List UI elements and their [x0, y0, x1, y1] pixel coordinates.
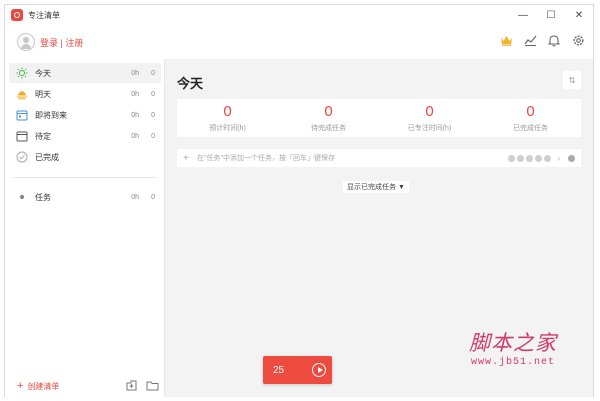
- sidebar-item-count: 0: [151, 193, 155, 201]
- pomodoro-timer[interactable]: 25: [263, 356, 332, 384]
- sidebar-item-time: 0h: [131, 132, 139, 140]
- sidebar-item-tomorrow[interactable]: 明天 0h 0: [9, 84, 161, 104]
- maximize-button[interactable]: ☐: [537, 5, 565, 25]
- watermark-url: www.jb51.net: [470, 357, 555, 368]
- sidebar-divider: [13, 177, 157, 178]
- sidebar-item-completed[interactable]: 已完成: [9, 147, 161, 167]
- header-icons: [499, 33, 585, 47]
- watermark-text: 脚本之家: [469, 331, 557, 355]
- page-title: 今天: [177, 76, 204, 91]
- sort-button[interactable]: ⇅: [563, 71, 581, 89]
- calendar-icon: [15, 108, 29, 122]
- caret-down-icon: ▼: [398, 183, 405, 191]
- header: 登录 | 注册: [5, 25, 593, 59]
- sidebar-item-pending[interactable]: 待定 0h 0: [9, 126, 161, 146]
- timer-value: 25: [273, 364, 285, 376]
- show-completed-label: 显示已完成任务: [347, 184, 396, 191]
- pomodoro-icon[interactable]: [535, 154, 543, 162]
- pomodoro-icon[interactable]: [544, 154, 552, 162]
- sidebar-item-label: 待定: [35, 131, 51, 141]
- create-list-button[interactable]: 创建清单: [27, 381, 59, 392]
- sidebar-item-label: 已完成: [35, 152, 59, 162]
- calendar-outline-icon: [15, 129, 29, 143]
- sidebar-item-label: 即将到来: [35, 110, 67, 120]
- plus-icon[interactable]: +: [17, 380, 23, 392]
- stat-value: 0: [526, 102, 535, 120]
- plus-icon: +: [183, 152, 189, 164]
- sidebar-item-time: 0h: [131, 90, 139, 98]
- login-register-link[interactable]: 登录 | 注册: [40, 36, 83, 49]
- stats-panel: 0 预计时间(h) 0 待完成任务 0 已专注时间(h) 0 已完成任务: [177, 99, 581, 137]
- bell-icon[interactable]: [547, 33, 561, 47]
- stat-value: 0: [324, 102, 333, 120]
- pomodoro-estimate-selector[interactable]: [508, 154, 552, 162]
- title-bar: 专注清单 — ☐ ✕: [5, 5, 593, 25]
- stat-label: 已完成任务: [513, 124, 548, 132]
- chevron-right-icon[interactable]: ›: [557, 154, 560, 163]
- stat-label: 已专注时间(h): [407, 124, 452, 132]
- list-dot-icon: [15, 190, 29, 204]
- stat-estimated-time: 0 预计时间(h): [177, 99, 278, 137]
- window-controls: — ☐ ✕: [509, 5, 593, 25]
- sidebar-item-label: 明天: [35, 89, 51, 99]
- pomodoro-icon[interactable]: [508, 154, 516, 162]
- crown-icon[interactable]: [499, 33, 513, 47]
- sunrise-icon: [15, 87, 29, 101]
- sidebar-item-count: 0: [151, 111, 155, 119]
- sidebar-item-label: 今天: [35, 68, 51, 78]
- sidebar-item-tasks[interactable]: 任务 0h 0: [9, 187, 161, 207]
- stat-value: 0: [223, 102, 232, 120]
- sidebar-footer: + 创建清单: [5, 375, 165, 397]
- play-icon[interactable]: [312, 363, 326, 377]
- check-circle-icon: [15, 150, 29, 164]
- sidebar-footer-icons: [125, 379, 159, 397]
- add-task-bar[interactable]: + 在"任务"中添加一个任务，按「回车」键保存 ›: [177, 149, 581, 167]
- settings-gear-icon[interactable]: [571, 33, 585, 47]
- app-logo-icon: [11, 9, 23, 21]
- folder-icon[interactable]: [146, 379, 159, 397]
- priority-dot-icon[interactable]: [568, 154, 575, 162]
- sidebar-item-upcoming[interactable]: 即将到来 0h 0: [9, 105, 161, 125]
- pomodoro-icon[interactable]: [517, 154, 525, 162]
- sidebar-item-label: 任务: [35, 192, 51, 202]
- avatar-icon[interactable]: [17, 33, 35, 51]
- sun-icon: [15, 66, 29, 80]
- minimize-button[interactable]: —: [509, 5, 537, 25]
- sidebar-item-count: 0: [151, 132, 155, 140]
- add-folder-icon[interactable]: [125, 379, 138, 397]
- stat-pending-tasks: 0 待完成任务: [278, 99, 379, 137]
- close-button[interactable]: ✕: [565, 5, 593, 25]
- sidebar-item-time: 0h: [131, 69, 139, 77]
- sidebar-item-today[interactable]: 今天 0h 0: [9, 63, 161, 83]
- show-completed-toggle[interactable]: 显示已完成任务 ▼: [343, 181, 409, 193]
- stat-value: 0: [425, 102, 434, 120]
- pomodoro-icon[interactable]: [526, 154, 534, 162]
- app-title: 专注清单: [28, 10, 60, 20]
- sidebar-item-time: 0h: [131, 193, 139, 201]
- watermark: 脚本之家 www.jb51.net: [438, 327, 588, 371]
- stat-label: 预计时间(h): [209, 124, 246, 132]
- sidebar-item-count: 0: [151, 69, 155, 77]
- sidebar: 今天 0h 0 明天 0h 0 即将到来 0h 0 待定 0h 0 已完成 任务…: [5, 59, 165, 397]
- stat-label: 待完成任务: [311, 124, 346, 132]
- add-task-input[interactable]: 在"任务"中添加一个任务，按「回车」键保存: [197, 153, 508, 163]
- sidebar-item-time: 0h: [131, 111, 139, 119]
- sidebar-item-count: 0: [151, 90, 155, 98]
- stat-focused-time: 0 已专注时间(h): [379, 99, 480, 137]
- stat-completed-tasks: 0 已完成任务: [480, 99, 581, 137]
- statistics-icon[interactable]: [523, 33, 537, 47]
